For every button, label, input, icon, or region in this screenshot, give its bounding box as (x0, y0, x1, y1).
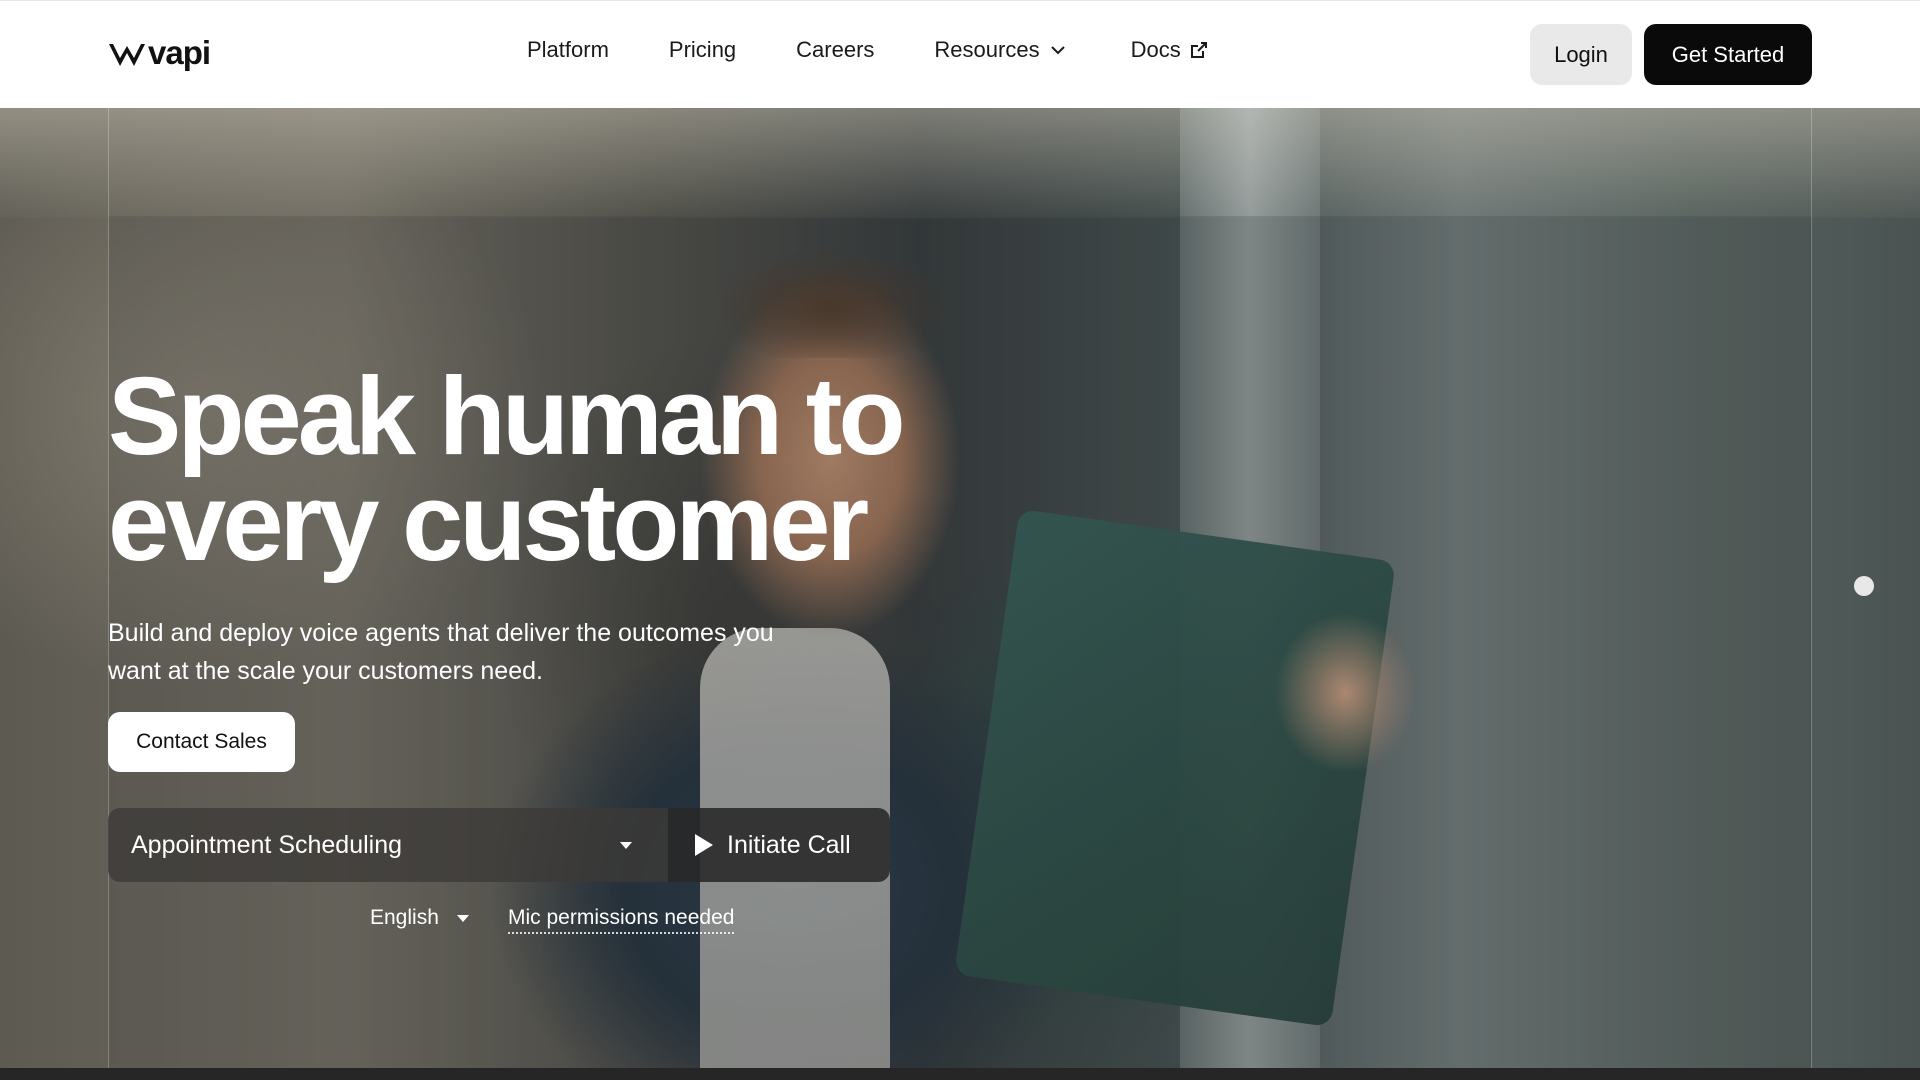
hero-title-line-1: Speak human to (108, 355, 906, 478)
chevron-down-icon (1050, 46, 1065, 55)
background-dot (1854, 576, 1874, 596)
hero-subtitle: Build and deploy voice agents that deliv… (108, 614, 868, 690)
hero-subtitle-line-1: Build and deploy voice agents that deliv… (108, 619, 774, 647)
nav-pricing-label: Pricing (668, 37, 737, 62)
logo-text: vapi (148, 34, 211, 71)
vapi-logo-mark-icon (109, 44, 145, 66)
site-header: vapi Platform Pricing Careers Resources … (0, 0, 1920, 108)
scenario-select[interactable]: Appointment Scheduling (108, 808, 668, 882)
nav-careers-label: Careers (796, 37, 875, 62)
language-select[interactable]: English (370, 906, 469, 930)
hero-title-line-2: every customer (108, 461, 869, 584)
login-button[interactable]: Login (1530, 24, 1632, 85)
initiate-call-label: Initiate Call (727, 830, 851, 859)
nav-careers[interactable]: Careers (796, 37, 874, 63)
nav-docs-label: Docs (1130, 37, 1181, 62)
nav-platform-label: Platform (527, 37, 609, 62)
nav-resources-label: Resources (934, 37, 1040, 62)
hero-title: Speak human to every customer (108, 362, 1008, 578)
get-started-button[interactable]: Get Started (1644, 24, 1812, 85)
mic-permissions-link[interactable]: Mic permissions needed (508, 906, 735, 934)
nav-platform[interactable]: Platform (527, 37, 609, 63)
nav-pricing[interactable]: Pricing (669, 37, 736, 63)
caret-down-icon (456, 914, 469, 922)
nav-resources-dropdown[interactable]: Resources (934, 37, 1067, 63)
demo-call-bar: Appointment Scheduling Initiate Call (108, 808, 890, 882)
play-icon (695, 834, 713, 856)
hero-frame-top (108, 108, 1812, 216)
contact-sales-button[interactable]: Contact Sales (108, 712, 295, 772)
external-link-icon (1190, 42, 1207, 58)
scenario-selected-value: Appointment Scheduling (131, 830, 403, 859)
vapi-logo[interactable]: vapi (108, 34, 211, 75)
hero-subtitle-line-2: want at the scale your customers need. (108, 657, 543, 685)
main-nav: Platform Pricing Careers Resources Docs (527, 37, 1209, 63)
initiate-call-button[interactable]: Initiate Call (668, 808, 890, 882)
language-selected-value: English (370, 906, 439, 929)
caret-down-icon (620, 841, 632, 849)
nav-docs[interactable]: Docs (1131, 37, 1209, 63)
